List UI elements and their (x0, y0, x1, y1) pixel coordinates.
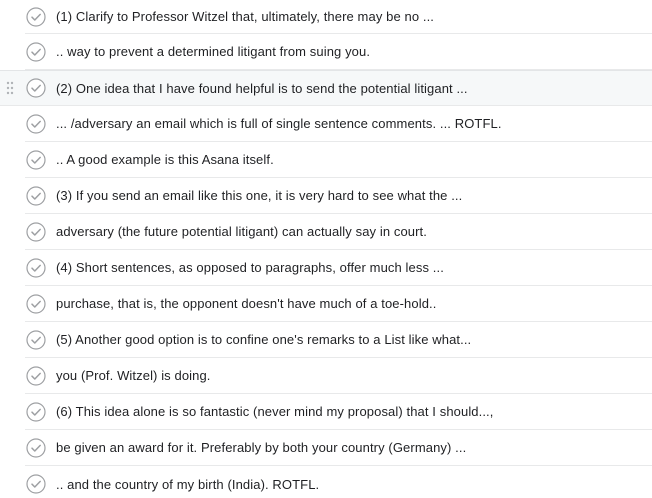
checkmark-circle-icon[interactable] (26, 185, 46, 206)
task-name[interactable]: .. and the country of my birth (India). … (56, 477, 319, 492)
task-name[interactable]: ... /adversary an email which is full of… (56, 116, 502, 131)
checkmark-circle-icon[interactable] (26, 365, 46, 386)
task-name[interactable]: .. A good example is this Asana itself. (56, 152, 274, 167)
task-row[interactable]: (4) Short sentences, as opposed to parag… (25, 250, 652, 286)
drag-handle-icon[interactable] (6, 81, 14, 95)
checkmark-circle-icon[interactable] (26, 113, 46, 134)
task-name[interactable]: (6) This idea alone is so fantastic (nev… (56, 404, 494, 419)
checkmark-circle-icon[interactable] (26, 437, 46, 458)
checkmark-circle-icon[interactable] (26, 221, 46, 242)
checkmark-circle-icon[interactable] (26, 149, 46, 170)
checkmark-circle-icon[interactable] (26, 474, 46, 494)
task-row[interactable]: (6) This idea alone is so fantastic (nev… (25, 394, 652, 430)
task-row[interactable]: (2) One idea that I have found helpful i… (0, 70, 652, 106)
task-name[interactable]: (1) Clarify to Professor Witzel that, ul… (56, 9, 434, 24)
task-name[interactable]: purchase, that is, the opponent doesn't … (56, 296, 436, 311)
task-name[interactable]: (3) If you send an email like this one, … (56, 188, 462, 203)
checkmark-circle-icon[interactable] (26, 257, 46, 278)
task-name[interactable]: be given an award for it. Preferably by … (56, 440, 466, 455)
checkmark-circle-icon[interactable] (26, 6, 46, 27)
task-row[interactable]: you (Prof. Witzel) is doing. (25, 358, 652, 394)
task-row[interactable]: (5) Another good option is to confine on… (25, 322, 652, 358)
task-row[interactable]: (3) If you send an email like this one, … (25, 178, 652, 214)
task-name[interactable]: (4) Short sentences, as opposed to parag… (56, 260, 444, 275)
task-row[interactable]: adversary (the future potential litigant… (25, 214, 652, 250)
task-list: (1) Clarify to Professor Witzel that, ul… (0, 0, 652, 498)
checkmark-circle-icon[interactable] (26, 401, 46, 422)
task-row[interactable]: purchase, that is, the opponent doesn't … (25, 286, 652, 322)
task-name[interactable]: (2) One idea that I have found helpful i… (56, 81, 468, 96)
checkmark-circle-icon[interactable] (26, 41, 46, 62)
task-name[interactable]: .. way to prevent a determined litigant … (56, 44, 370, 59)
task-row[interactable]: .. A good example is this Asana itself. (25, 142, 652, 178)
task-row[interactable]: (1) Clarify to Professor Witzel that, ul… (25, 0, 652, 34)
task-row[interactable]: .. and the country of my birth (India). … (25, 466, 652, 498)
checkmark-circle-icon[interactable] (26, 329, 46, 350)
task-row[interactable]: .. way to prevent a determined litigant … (25, 34, 652, 70)
task-row[interactable]: be given an award for it. Preferably by … (25, 430, 652, 466)
task-name[interactable]: you (Prof. Witzel) is doing. (56, 368, 211, 383)
task-name[interactable]: adversary (the future potential litigant… (56, 224, 427, 239)
task-row[interactable]: ... /adversary an email which is full of… (25, 106, 652, 142)
checkmark-circle-icon[interactable] (26, 78, 46, 98)
task-name[interactable]: (5) Another good option is to confine on… (56, 332, 471, 347)
checkmark-circle-icon[interactable] (26, 293, 46, 314)
